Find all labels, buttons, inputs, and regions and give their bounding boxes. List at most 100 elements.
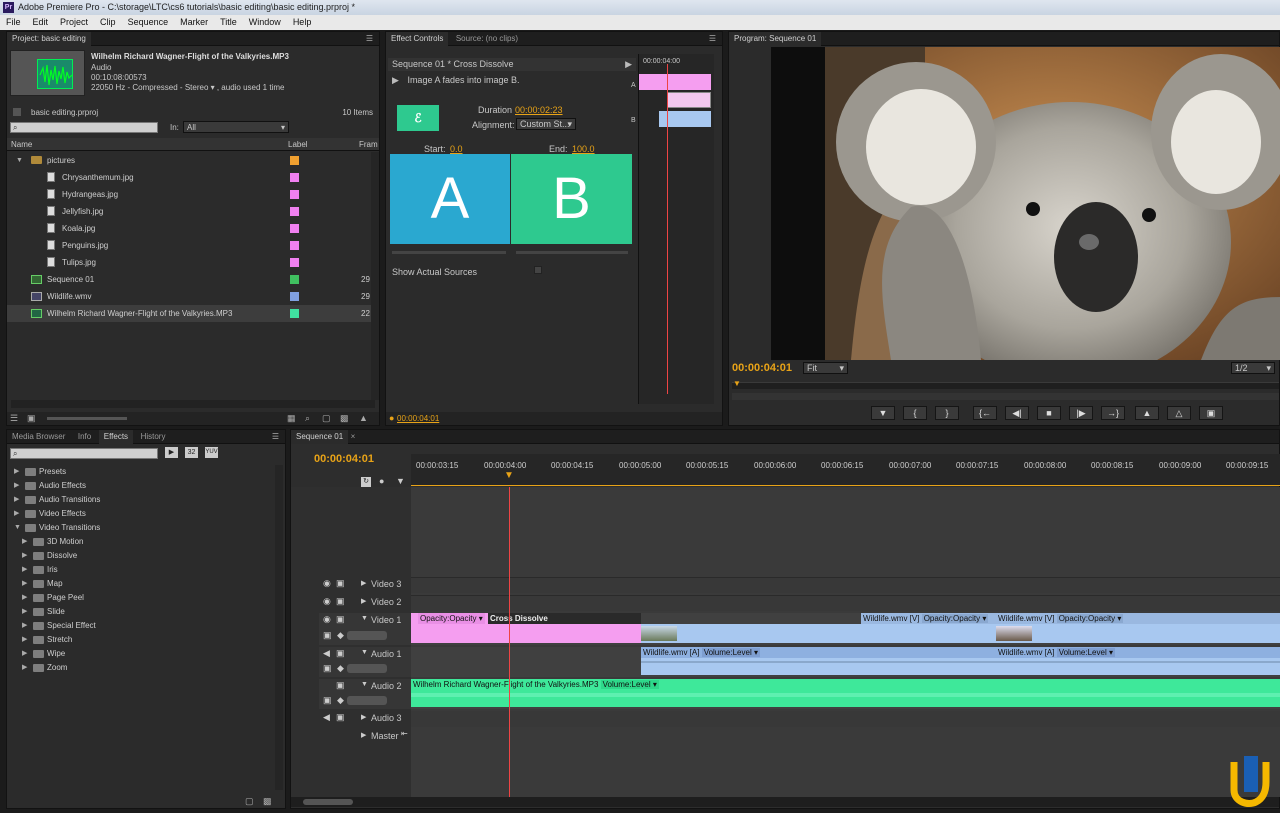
chevron-down-icon[interactable]: ▼ (16, 152, 23, 169)
tree-item-wipe[interactable]: ▶ Wipe (7, 647, 277, 661)
program-scrub-bar[interactable]: ▼ (732, 379, 1279, 389)
master-arrow-icon[interactable]: ⇤ (401, 729, 408, 738)
list-item[interactable]: Wildlife.wmv 29 (7, 288, 379, 305)
chevron-right-icon[interactable]: ▶ (22, 661, 27, 675)
program-zoom-bar[interactable] (732, 393, 1279, 400)
tree-item-special-effect[interactable]: ▶ Special Effect (7, 619, 277, 633)
panel-menu-icon[interactable]: ☰ (709, 34, 716, 43)
menu-clip[interactable]: Clip (94, 15, 122, 30)
alignment-dropdown[interactable]: Custom St... ▾ (516, 118, 576, 130)
timeline-playhead[interactable] (509, 487, 510, 797)
new-bin-icon[interactable]: ▢ (322, 413, 331, 424)
chevron-down-icon[interactable]: ▼ (361, 615, 368, 622)
timeline-horizontal-scrollbar[interactable] (291, 797, 1279, 807)
snap-icon[interactable]: ↻ (361, 477, 371, 487)
clip-wildlife-video-2[interactable]: Wildlife.wmv [V] Opacity:Opacity ▾ (996, 613, 1280, 643)
tree-item-slide[interactable]: ▶ Slide (7, 605, 277, 619)
effects-vertical-scrollbar[interactable] (275, 465, 283, 790)
project-horizontal-scrollbar[interactable] (11, 400, 375, 408)
lock-icon[interactable]: ▣ (336, 614, 345, 625)
chevron-down-icon[interactable]: ▼ (361, 649, 368, 656)
tree-item-zoom[interactable]: ▶ Zoom (7, 661, 277, 675)
list-item[interactable]: Hydrangeas.jpg (7, 186, 379, 203)
chevron-right-icon[interactable]: ▶ (22, 591, 27, 605)
tab-source[interactable]: Source: (no clips) (451, 32, 523, 46)
clip-effect-label[interactable]: Opacity:Opacity ▾ (1056, 614, 1124, 623)
timeline-ruler[interactable]: 00:00:03:15 00:00:04:00 00:00:04:15 00:0… (411, 454, 1280, 486)
add-marker-button[interactable]: ▼ (871, 406, 895, 420)
chevron-right-icon[interactable]: ▶ (22, 535, 27, 549)
tree-item-presets[interactable]: ▶ Presets (7, 465, 277, 479)
automate-to-sequence-icon[interactable]: ▦ (287, 413, 296, 424)
chevron-right-icon[interactable]: ▶ (14, 507, 19, 521)
list-item-selected[interactable]: Wilhelm Richard Wagner-Flight of the Val… (7, 305, 379, 322)
export-frame-button[interactable]: ▣ (1199, 406, 1223, 420)
clip-effect-label[interactable]: Opacity:Opacity ▾ (418, 613, 485, 624)
tree-item-audio-transitions[interactable]: ▶ Audio Transitions (7, 493, 277, 507)
chevron-right-icon[interactable]: ▶ (22, 647, 27, 661)
speaker-icon[interactable]: ◀ (323, 648, 330, 659)
lock-icon[interactable]: ▣ (336, 578, 345, 589)
list-item[interactable]: Jellyfish.jpg (7, 203, 379, 220)
zoom-slider[interactable] (47, 417, 127, 420)
program-timecode[interactable]: 00:00:04:01 (732, 362, 792, 374)
chevron-right-icon[interactable]: ▶ (22, 605, 27, 619)
eye-icon[interactable]: ◉ (323, 578, 331, 589)
lock-icon[interactable]: ▣ (336, 712, 345, 723)
column-frame[interactable]: Fram (359, 140, 378, 149)
clip-effect-label[interactable]: Volume:Level ▾ (1056, 648, 1115, 657)
marker-icon[interactable]: ▼ (396, 476, 405, 486)
mark-out-button[interactable]: } (935, 406, 959, 420)
tree-item-3d-motion[interactable]: ▶ 3D Motion (7, 535, 277, 549)
clip-wildlife-video-1[interactable] (641, 624, 996, 643)
effect-footer-timecode[interactable]: 00:00:04:01 (397, 414, 439, 423)
keyframe-slider[interactable] (347, 696, 387, 705)
tab-project[interactable]: Project: basic editing (7, 32, 91, 46)
chevron-right-icon[interactable]: ▶ (22, 633, 27, 647)
chevron-right-icon[interactable]: ▶ (22, 549, 27, 563)
tab-program[interactable]: Program: Sequence 01 (729, 32, 822, 46)
playhead-handle-icon[interactable]: ▼ (504, 470, 514, 481)
clip-valkyries-audio[interactable]: Wilhelm Richard Wagner-Flight of the Val… (411, 679, 1280, 707)
chevron-right-icon[interactable]: ▶ (22, 563, 27, 577)
play-preview-icon[interactable]: ▶ (392, 75, 399, 85)
chevron-down-icon[interactable]: ▼ (361, 681, 368, 688)
extract-button[interactable]: △ (1167, 406, 1191, 420)
chevron-right-icon[interactable]: ▶ (22, 577, 27, 591)
effects-search-input[interactable]: ⌕ (10, 448, 158, 459)
panel-menu-icon[interactable]: ☰ (366, 34, 373, 43)
tree-item-map[interactable]: ▶ Map (7, 577, 277, 591)
tab-info[interactable]: Info (73, 430, 96, 444)
lift-button[interactable]: ▲ (1135, 406, 1159, 420)
column-label[interactable]: Label (288, 140, 308, 149)
list-item[interactable]: Chrysanthemum.jpg (7, 169, 379, 186)
trash-icon[interactable]: ▲ (359, 413, 368, 423)
chevron-right-icon[interactable]: ▶ (14, 493, 19, 507)
chevron-right-icon[interactable]: ▶ (361, 579, 366, 587)
playhead-marker-icon[interactable]: ▼ (733, 379, 741, 388)
list-item[interactable]: Sequence 01 29 (7, 271, 379, 288)
menu-edit[interactable]: Edit (27, 15, 55, 30)
chevron-down-icon[interactable]: ▼ (14, 521, 21, 535)
menu-project[interactable]: Project (54, 15, 94, 30)
menu-marker[interactable]: Marker (174, 15, 214, 30)
menu-window[interactable]: Window (243, 15, 287, 30)
icon-view-icon[interactable]: ▣ (27, 413, 36, 424)
play-icon[interactable]: ▶ (625, 58, 632, 71)
end-value[interactable]: 100.0 (572, 144, 595, 154)
go-to-in-button[interactable]: {← (973, 406, 997, 420)
tree-item-page-peel[interactable]: ▶ Page Peel (7, 591, 277, 605)
accelerated-effects-icon[interactable]: ▶ (165, 447, 178, 458)
keyframe-slider[interactable] (347, 631, 387, 640)
in-dropdown[interactable]: All ▾ (183, 121, 289, 133)
show-sources-checkbox[interactable] (534, 266, 542, 274)
fit-dropdown[interactable]: Fit ▾ (803, 362, 848, 374)
keyframe-display-icon[interactable]: ▣ (323, 695, 332, 706)
speaker-icon[interactable]: ◀ (323, 712, 330, 723)
project-vertical-scrollbar[interactable] (371, 152, 379, 400)
clip-wildlife-audio-1[interactable]: Wildlife.wmv [A] Volume:Level ▾ (641, 647, 996, 675)
track-lane-video-2[interactable] (411, 595, 1280, 611)
tree-item-dissolve[interactable]: ▶ Dissolve (7, 549, 277, 563)
start-slider[interactable] (392, 251, 506, 254)
new-item-icon[interactable]: ▩ (340, 413, 349, 424)
